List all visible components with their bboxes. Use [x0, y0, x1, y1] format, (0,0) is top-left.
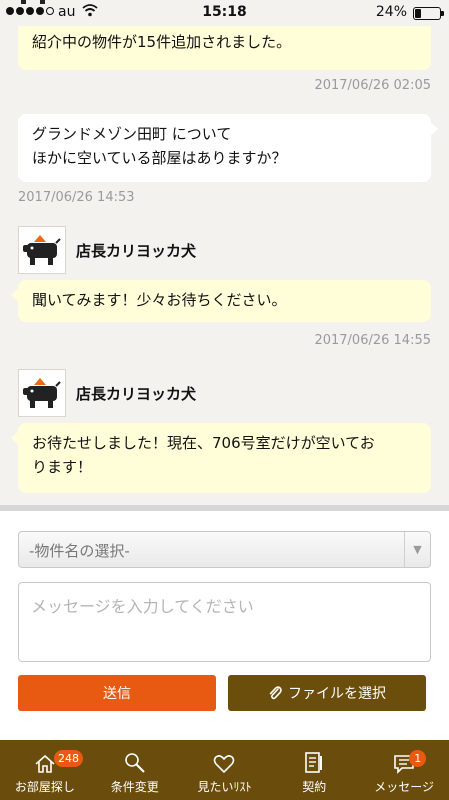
- bottom-nav: お部屋探し 248 条件変更 見たいﾘｽﾄ 契約 メッセージ 1: [0, 740, 449, 800]
- message-timestamp: 2017/06/26 14:55: [314, 333, 431, 348]
- nav-item-label: 見たいﾘｽﾄ: [197, 780, 252, 794]
- dropdown-arrow-icon[interactable]: ▼: [404, 532, 430, 567]
- avatar[interactable]: [18, 369, 66, 417]
- chat-thread[interactable]: 紹介中の物件が15件追加されました。 2017/06/26 02:05 グランド…: [0, 0, 449, 505]
- message-text-line: ほかに空いている部屋はありますか？: [32, 149, 287, 167]
- nav-item-change-conditions[interactable]: 条件変更: [90, 740, 180, 800]
- notification-badge: 1: [409, 750, 427, 767]
- message-bubble: お待たせしました！現在、706号室だけが空いてお ります！: [11, 423, 431, 493]
- status-bar: au 15:18 24%: [0, 0, 449, 26]
- search-icon: [124, 753, 145, 773]
- message-text-line: お待たせしました！現在、706号室だけが空いてお: [32, 434, 375, 452]
- heart-icon: [214, 755, 235, 774]
- nav-item-wish-list[interactable]: 見たいﾘｽﾄ: [180, 740, 270, 800]
- property-select[interactable]: -物件名の選択- ▼: [18, 531, 431, 568]
- avatar[interactable]: [18, 226, 66, 274]
- nav-item-label: 条件変更: [110, 780, 159, 794]
- nav-item-contract[interactable]: 契約: [269, 740, 359, 800]
- document-icon: [305, 752, 323, 773]
- message-text-line: グランドメゾン田町 について: [32, 125, 232, 143]
- dog-mascot-icon: [23, 235, 61, 265]
- property-select-value: -物件名の選択-: [29, 542, 130, 560]
- send-button[interactable]: 送信: [18, 675, 216, 711]
- message-text: 紹介中の物件が15件追加されました。: [32, 33, 292, 51]
- message-text: 聞いてみます！少々お待ちください。: [32, 291, 287, 309]
- house-icon: [35, 754, 55, 773]
- message-compose-panel: -物件名の選択- ▼ メッセージを入力してください 送信 ファイルを選択: [0, 505, 449, 740]
- nav-item-label: 契約: [302, 780, 327, 794]
- message-bubble-own: グランドメゾン田町 について ほかに空いている部屋はありますか？: [18, 114, 438, 182]
- sender-header: 店長カリヨッカ犬: [18, 226, 196, 274]
- message-input[interactable]: メッセージを入力してください: [18, 582, 431, 662]
- message-bubble: 聞いてみます！少々お待ちください。: [11, 280, 431, 322]
- paperclip-icon: [269, 686, 282, 700]
- message-text-line: ります！: [32, 458, 93, 476]
- sender-name: 店長カリヨッカ犬: [76, 384, 197, 403]
- message-timestamp: 2017/06/26 14:53: [18, 190, 135, 205]
- nav-item-messages[interactable]: メッセージ 1: [359, 740, 449, 800]
- message-input-placeholder: メッセージを入力してください: [31, 597, 254, 616]
- message-timestamp: 2017/06/26 02:05: [314, 78, 431, 93]
- nav-item-room-search[interactable]: お部屋探し 248: [0, 740, 90, 800]
- sender-header: 店長カリヨッカ犬: [18, 369, 196, 417]
- nav-item-label: お部屋探し: [14, 780, 75, 794]
- file-select-button[interactable]: ファイルを選択: [228, 675, 426, 711]
- notification-badge: 248: [54, 750, 83, 767]
- battery-percentage: 24%: [375, 4, 407, 20]
- send-button-label: 送信: [103, 686, 131, 702]
- dog-mascot-icon: [21, 0, 45, 4]
- nav-item-label: メッセージ: [374, 780, 434, 794]
- sender-name: 店長カリヨッカ犬: [76, 241, 197, 260]
- battery-icon: [413, 7, 444, 20]
- dog-mascot-icon: [23, 378, 61, 408]
- file-select-button-label: ファイルを選択: [288, 686, 386, 702]
- message-bubble: 紹介中の物件が15件追加されました。: [18, 22, 431, 70]
